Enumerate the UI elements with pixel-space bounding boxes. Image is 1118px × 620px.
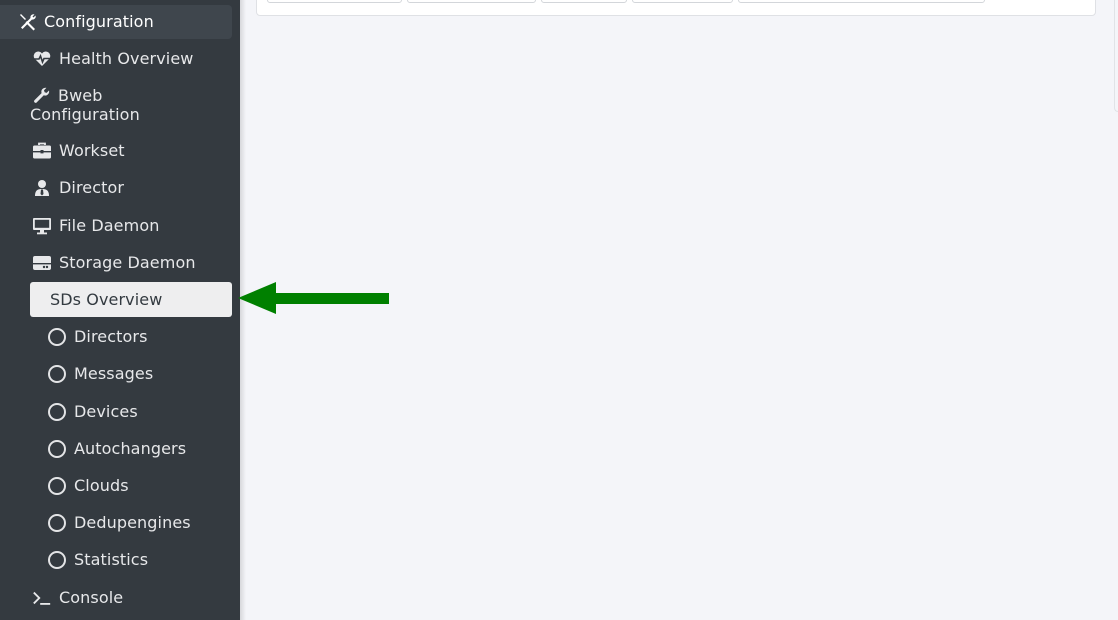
circle-icon [48, 477, 66, 495]
toolbar-button[interactable] [738, 0, 985, 3]
sidebar-item-devices[interactable]: Devices [48, 397, 232, 427]
right-panel-edge [1114, 0, 1118, 112]
sidebar-item-label: Configuration [44, 12, 154, 31]
sidebar-item-label: Console [59, 588, 124, 607]
sidebar-item-label: Bweb [58, 86, 103, 105]
sidebar-item-label: Clouds [74, 476, 129, 495]
toolbar-button[interactable] [632, 0, 733, 3]
sidebar-item-label: Directors [74, 327, 148, 346]
sidebar-item-configuration[interactable]: Configuration [0, 5, 232, 39]
main-content-panel [256, 0, 1096, 16]
circle-icon [48, 514, 66, 532]
toolbar-button[interactable] [267, 0, 402, 3]
user-tie-icon [32, 178, 52, 198]
sidebar-item-label: Devices [74, 402, 138, 421]
tools-icon [18, 12, 38, 32]
desktop-icon [32, 216, 52, 236]
sidebar-item-console[interactable]: Console [32, 583, 232, 613]
circle-icon [48, 551, 66, 569]
sidebar-item-dedupengines[interactable]: Dedupengines [48, 508, 232, 538]
circle-icon [48, 403, 66, 421]
sidebar-item-label: Workset [59, 141, 125, 160]
sidebar-item-bweb-configuration[interactable]: Bweb Configuration [30, 86, 230, 126]
sidebar-item-clouds[interactable]: Clouds [48, 471, 232, 501]
heartbeat-icon [32, 49, 52, 69]
sidebar-item-label: Statistics [74, 550, 149, 569]
circle-icon [48, 328, 66, 346]
sidebar-item-autochangers[interactable]: Autochangers [48, 434, 232, 464]
sidebar-item-storage-daemon[interactable]: Storage Daemon [32, 248, 232, 278]
sidebar-item-workset[interactable]: Workset [32, 136, 232, 166]
circle-icon [48, 365, 66, 383]
sidebar-item-sds-overview[interactable]: SDs Overview [30, 282, 232, 317]
sidebar-item-health-overview[interactable]: Health Overview [32, 44, 232, 74]
sidebar-item-label: Dedupengines [74, 513, 191, 532]
toolbar-button[interactable] [407, 0, 536, 3]
green-arrow-annotation [238, 282, 389, 314]
circle-icon [48, 440, 66, 458]
sidebar-item-label: Messages [74, 364, 154, 383]
sidebar-item-label: Health Overview [59, 49, 194, 68]
briefcase-icon [32, 141, 52, 161]
sidebar-item-messages[interactable]: Messages [48, 359, 232, 389]
sidebar-item-label: Storage Daemon [59, 253, 196, 272]
sidebar-item-label: SDs Overview [50, 289, 163, 309]
hdd-icon [32, 253, 52, 273]
sidebar: Configuration Health Overview Bweb Confi… [0, 0, 240, 620]
toolbar-button[interactable] [541, 0, 627, 3]
sidebar-item-label: Director [59, 178, 125, 197]
sidebar-item-label-line2: Configuration [30, 105, 140, 124]
wrench-icon [32, 86, 52, 106]
sidebar-item-directors[interactable]: Directors [48, 322, 232, 352]
terminal-icon [32, 588, 52, 608]
sidebar-item-file-daemon[interactable]: File Daemon [32, 211, 232, 241]
sidebar-item-label: File Daemon [59, 216, 160, 235]
sidebar-item-director[interactable]: Director [32, 173, 232, 203]
sidebar-item-label: Autochangers [74, 439, 187, 458]
sidebar-item-statistics[interactable]: Statistics [48, 545, 232, 575]
